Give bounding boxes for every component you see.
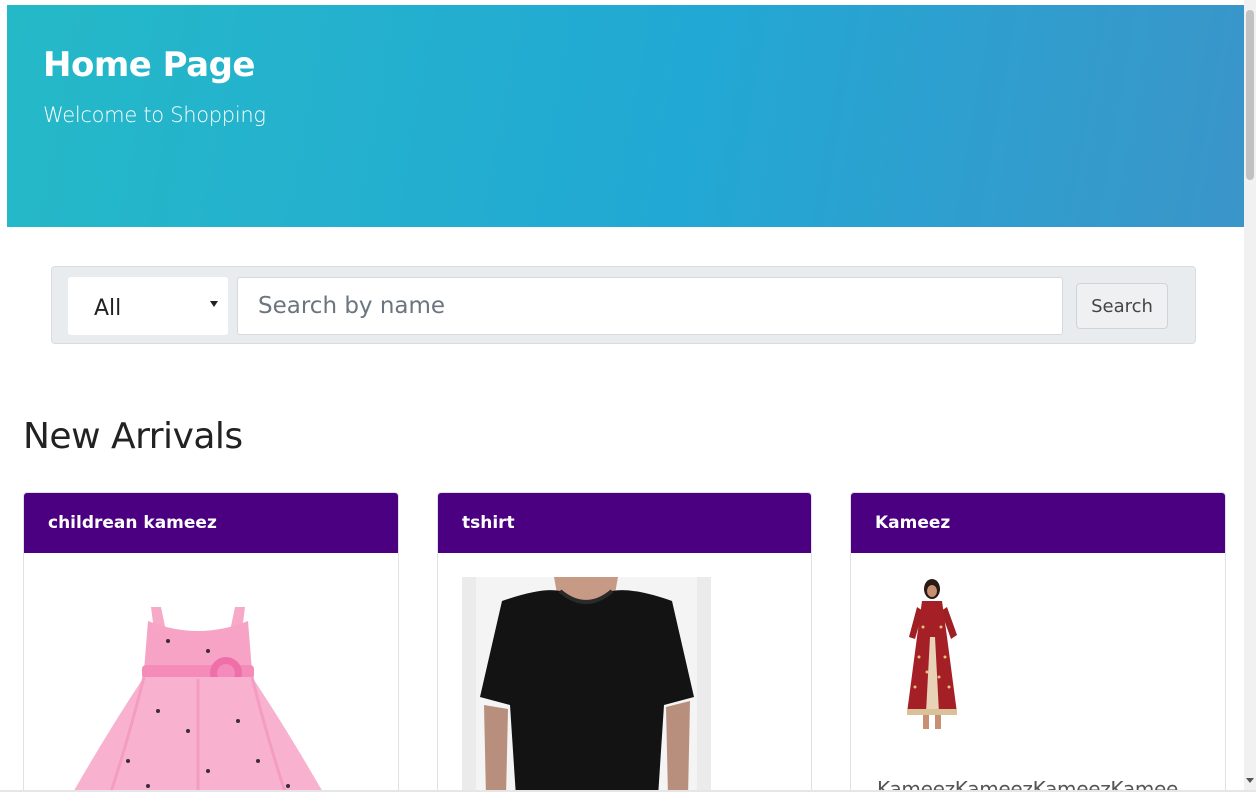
vertical-scrollbar[interactable] — [1244, 0, 1256, 792]
product-card[interactable]: childrean kameez — [23, 492, 399, 792]
product-card[interactable]: tshirt — [437, 492, 812, 792]
product-card-title: childrean kameez — [24, 493, 398, 553]
caret-down-icon — [210, 301, 218, 307]
black-tshirt-image — [462, 577, 711, 792]
category-select-value: All — [94, 296, 122, 321]
page-title: Home Page — [43, 45, 255, 85]
pink-dress-image — [73, 607, 323, 792]
search-bar: All Search — [51, 266, 1196, 344]
page-subtitle: Welcome to Shopping — [43, 103, 266, 127]
scroll-down-icon[interactable] — [1246, 778, 1254, 783]
red-kameez-image — [907, 579, 957, 729]
category-select[interactable]: All — [68, 277, 228, 335]
search-button[interactable]: Search — [1076, 283, 1168, 329]
product-card[interactable]: Kameez KameezKameezKameezKamee — [850, 492, 1226, 792]
hero-banner: Home Page Welcome to Shopping — [7, 5, 1245, 227]
product-card-title: Kameez — [851, 493, 1225, 553]
page: Home Page Welcome to Shopping All Search… — [0, 0, 1256, 792]
product-card-title: tshirt — [438, 493, 811, 553]
section-title: New Arrivals — [23, 416, 243, 457]
search-input[interactable] — [237, 277, 1063, 335]
scrollbar-thumb[interactable] — [1246, 10, 1254, 180]
